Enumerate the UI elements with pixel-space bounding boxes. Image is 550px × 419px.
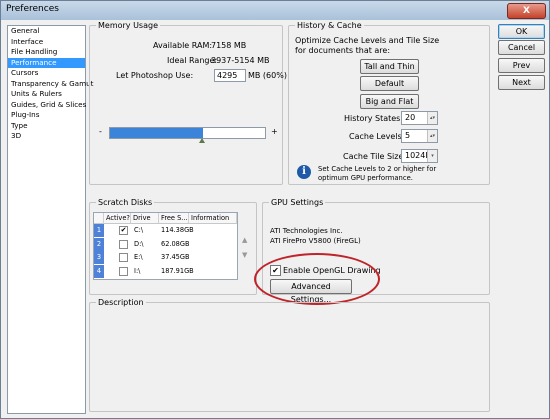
row-number: 3: [94, 251, 104, 264]
memory-suffix: MB (60%): [248, 71, 287, 80]
scratch-disks-legend: Scratch Disks: [98, 198, 153, 207]
history-states-value: 20: [405, 113, 416, 122]
free-space-cell: 37.45GB: [161, 253, 190, 261]
information-column-header[interactable]: Information: [189, 213, 237, 224]
gpu-settings-legend: GPU Settings: [271, 198, 324, 207]
row-number: 2: [94, 237, 104, 251]
info-icon: i: [297, 165, 311, 179]
active-column-header[interactable]: Active?: [104, 213, 131, 224]
cache-levels-value: 5: [405, 131, 411, 140]
sidebar-item-guides-grid-slices[interactable]: Guides, Grid & Slices: [8, 100, 86, 111]
cache-levels-field[interactable]: 5 ▴▾: [401, 129, 438, 143]
move-down-icon[interactable]: ▼: [242, 251, 247, 259]
window-title: Preferences: [6, 4, 59, 14]
row-number: 4: [94, 264, 104, 278]
slider-min-label: -: [99, 127, 102, 136]
scratch-disks-table[interactable]: Active? Drive Free S... Information 1 ✔ C:…: [93, 212, 238, 280]
category-list[interactable]: General Interface File Handling Performance…: [7, 25, 93, 414]
drive-cell: D:\: [134, 239, 144, 248]
description-legend: Description: [98, 298, 144, 307]
prev-button[interactable]: Prev: [498, 58, 545, 73]
ok-button[interactable]: OK: [498, 24, 545, 39]
drive-cell: C:\: [134, 226, 144, 234]
history-states-label: History States:: [344, 114, 404, 123]
table-row[interactable]: 1 ✔ C:\ 114.38GB: [94, 224, 237, 237]
let-photoshop-use-label: Let Photoshop Use:: [116, 71, 194, 80]
drive-cell: I:\: [134, 266, 141, 275]
spinner-arrows-icon[interactable]: ▴▾: [427, 130, 437, 142]
cache-levels-label: Cache Levels:: [349, 132, 405, 141]
close-button[interactable]: X: [507, 3, 546, 19]
ideal-range-label: Ideal Range:: [167, 56, 218, 65]
sidebar-item-transparency-gamut[interactable]: Transparency & Gamut: [8, 79, 93, 90]
history-states-field[interactable]: 20 ▴▾: [401, 111, 438, 125]
memory-usage-legend: Memory Usage: [98, 21, 159, 30]
table-row[interactable]: 2 D:\ 62.08GB: [94, 237, 237, 251]
memory-amount-input[interactable]: 4295: [214, 69, 246, 82]
move-up-icon[interactable]: ▲: [242, 236, 247, 244]
ideal-range-value: 3937-5154 MB: [211, 56, 270, 65]
available-ram-value: 7158 MB: [211, 41, 247, 50]
table-row[interactable]: 4 I:\ 187.91GB: [94, 264, 237, 278]
sidebar-item-type[interactable]: Type: [8, 121, 85, 132]
sidebar-item-general[interactable]: General: [8, 26, 85, 37]
drive-column-header[interactable]: Drive: [131, 213, 159, 224]
cache-tile-size-select[interactable]: 1024K ▾: [401, 149, 438, 163]
free-space-cell: 62.08GB: [161, 239, 190, 248]
default-button[interactable]: Default: [360, 76, 419, 91]
gpu-model: ATI FirePro V5800 (FireGL): [270, 237, 361, 245]
memory-slider-thumb[interactable]: [199, 138, 205, 143]
spinner-arrows-icon[interactable]: ▴▾: [427, 112, 437, 124]
sidebar-item-performance[interactable]: Performance: [8, 57, 85, 68]
description-group: Description: [89, 298, 490, 412]
history-cache-legend: History & Cache: [297, 21, 362, 30]
cache-info-text: Set Cache Levels to 2 or higher for opti…: [318, 165, 437, 182]
sidebar-item-units-rulers[interactable]: Units & Rulers: [8, 89, 85, 100]
sidebar-item-cursors[interactable]: Cursors: [8, 68, 85, 79]
free-space-cell: 187.91GB: [161, 266, 194, 275]
drive-cell: E:\: [134, 253, 143, 261]
row-number-header: [94, 213, 104, 224]
preferences-window: Preferences X General Interface File Handl…: [0, 0, 550, 419]
active-checkbox[interactable]: [119, 253, 128, 262]
row-number: 1: [94, 224, 104, 237]
memory-slider-track[interactable]: [109, 127, 266, 139]
cache-tile-size-label: Cache Tile Size:: [343, 152, 407, 161]
active-checkbox[interactable]: [119, 266, 128, 276]
active-checkbox[interactable]: [119, 239, 128, 249]
tall-and-thin-button[interactable]: Tall and Thin: [360, 59, 419, 74]
cache-optimize-text: Optimize Cache Levels and Tile Size for …: [295, 36, 440, 55]
cancel-button[interactable]: Cancel: [498, 40, 545, 55]
title-bar[interactable]: Preferences X: [1, 1, 549, 20]
gpu-vendor: ATI Technologies Inc.: [270, 227, 343, 235]
free-space-column-header[interactable]: Free S...: [159, 213, 189, 224]
memory-slider-fill: [110, 128, 203, 138]
sidebar-item-3d[interactable]: 3D: [8, 131, 85, 142]
active-checkbox[interactable]: ✔: [119, 226, 128, 235]
sidebar-item-plug-ins[interactable]: Plug-Ins: [8, 110, 85, 121]
available-ram-label: Available RAM:: [153, 41, 213, 50]
slider-max-label: +: [271, 127, 278, 136]
table-row[interactable]: 3 E:\ 37.45GB: [94, 251, 237, 264]
sidebar-item-interface[interactable]: Interface: [8, 37, 85, 48]
big-and-flat-button[interactable]: Big and Flat: [360, 94, 419, 109]
sidebar-item-file-handling[interactable]: File Handling: [8, 47, 85, 58]
free-space-cell: 114.38GB: [161, 226, 194, 234]
chevron-down-icon[interactable]: ▾: [427, 150, 437, 162]
next-button[interactable]: Next: [498, 75, 545, 90]
